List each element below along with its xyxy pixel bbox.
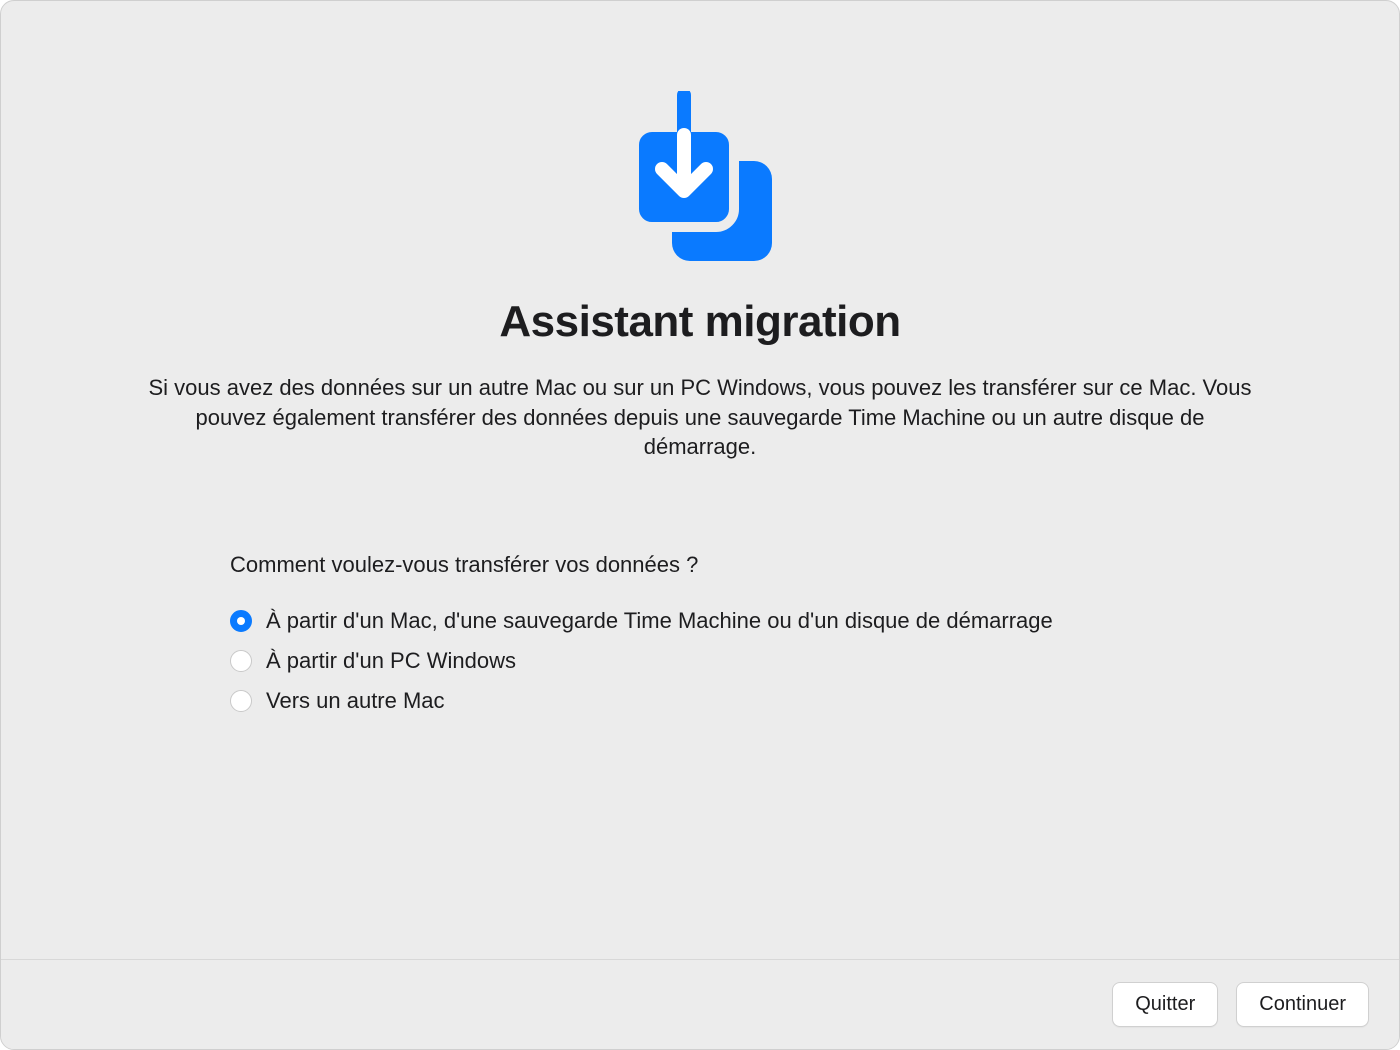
continue-button[interactable]: Continuer bbox=[1236, 982, 1369, 1027]
footer-bar: Quitter Continuer bbox=[1, 959, 1399, 1049]
radio-indicator[interactable] bbox=[230, 610, 252, 632]
migration-assistant-window: Assistant migration Si vous avez des don… bbox=[0, 0, 1400, 1050]
option-from-mac[interactable]: À partir d'un Mac, d'une sauvegarde Time… bbox=[230, 608, 1170, 634]
option-to-another-mac[interactable]: Vers un autre Mac bbox=[230, 688, 1170, 714]
option-from-windows-pc[interactable]: À partir d'un PC Windows bbox=[230, 648, 1170, 674]
transfer-options: Comment voulez-vous transférer vos donné… bbox=[230, 552, 1170, 728]
option-label: Vers un autre Mac bbox=[266, 688, 445, 714]
page-title: Assistant migration bbox=[499, 297, 900, 347]
radio-indicator[interactable] bbox=[230, 690, 252, 712]
quit-button[interactable]: Quitter bbox=[1112, 982, 1218, 1027]
migration-icon bbox=[620, 91, 780, 271]
transfer-question: Comment voulez-vous transférer vos donné… bbox=[230, 552, 1170, 578]
option-label: À partir d'un PC Windows bbox=[266, 648, 516, 674]
option-label: À partir d'un Mac, d'une sauvegarde Time… bbox=[266, 608, 1053, 634]
page-description: Si vous avez des données sur un autre Ma… bbox=[145, 373, 1255, 462]
content-area: Assistant migration Si vous avez des don… bbox=[1, 1, 1399, 959]
radio-indicator[interactable] bbox=[230, 650, 252, 672]
